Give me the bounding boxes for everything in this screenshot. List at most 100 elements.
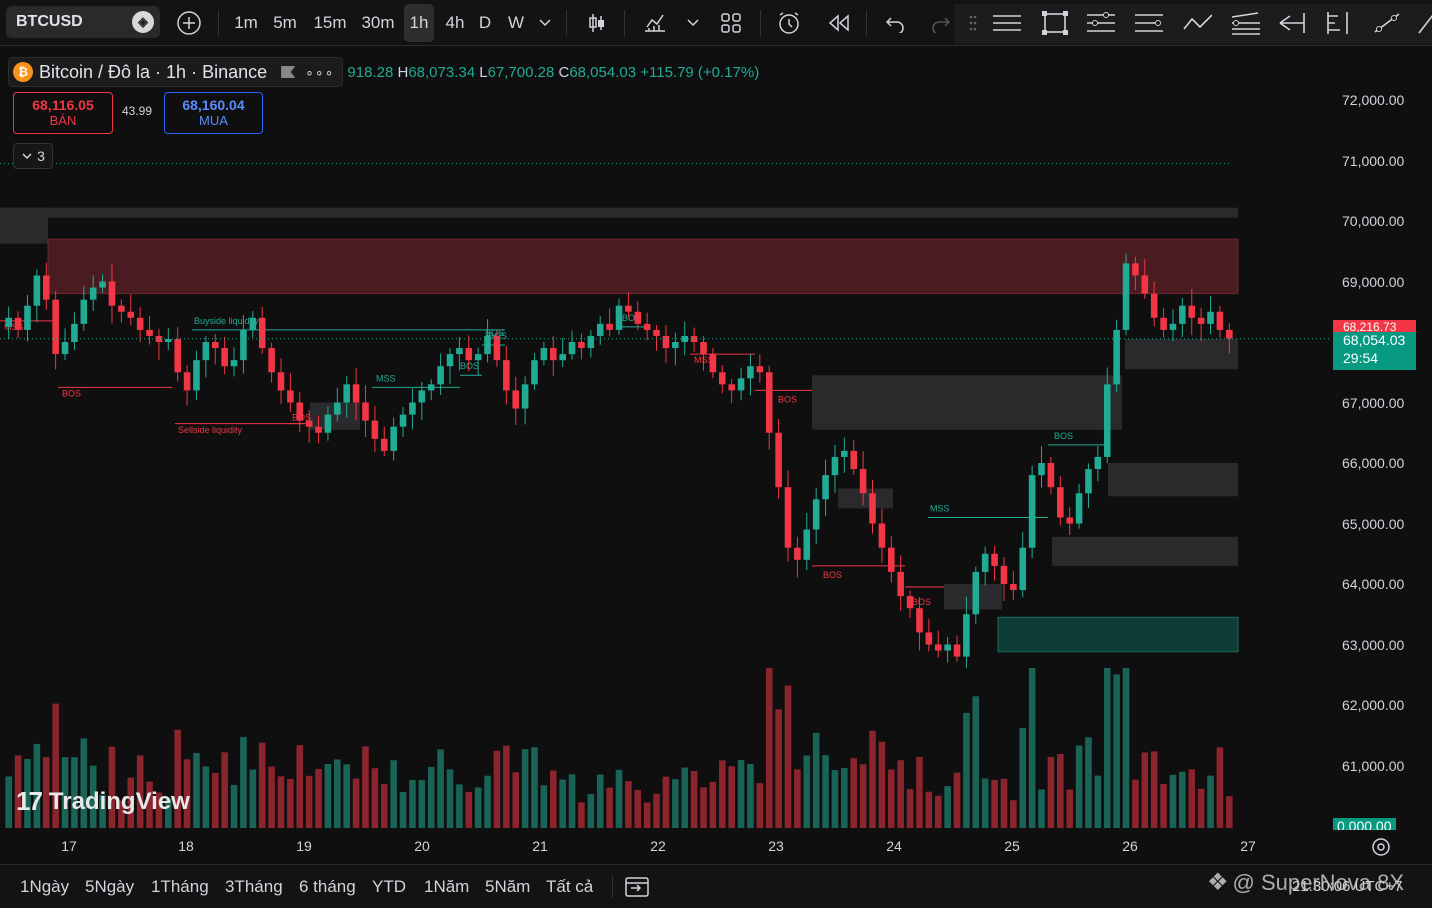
- volume-bar: [925, 791, 933, 828]
- candle-body: [596, 323, 604, 336]
- range-button[interactable]: 6 tháng: [299, 877, 356, 897]
- volume-bar: [1150, 751, 1158, 828]
- candle-body: [1150, 293, 1158, 318]
- chart-legend: ₿ Bitcoin / Đô la · 1h · Binance ∘∘∘ 918…: [8, 57, 759, 87]
- volume-bar: [549, 770, 557, 828]
- range-button[interactable]: YTD: [372, 877, 406, 897]
- sell-button[interactable]: 68,116.05 BÁN: [13, 92, 113, 134]
- symbol-diamond-icon[interactable]: ◈: [132, 11, 154, 33]
- chart-pane[interactable]: MSS BOS Buyside liquidity BOS Sellside liqui…: [0, 47, 1432, 863]
- trend-line-icon[interactable]: [1182, 8, 1212, 38]
- volume-bar: [437, 749, 444, 828]
- range-button[interactable]: 1Năm: [424, 877, 469, 897]
- range-button[interactable]: 5Ngày: [85, 877, 134, 897]
- candle-body: [672, 342, 679, 349]
- candle-body: [841, 450, 848, 457]
- candle-body: [165, 338, 172, 342]
- volume-bar: [531, 747, 538, 828]
- horizontal-lines-icon[interactable]: [992, 8, 1022, 38]
- fib-retracement-icon[interactable]: [1086, 8, 1116, 38]
- price-chart[interactable]: MSS BOS Buyside liquidity BOS Sellside liqui…: [0, 47, 1432, 863]
- candle-body: [850, 450, 858, 470]
- chevron-down-icon[interactable]: [530, 8, 560, 38]
- symbol-search-button[interactable]: BTCUSD ◈: [6, 6, 160, 38]
- spread-value: 43.99: [122, 104, 153, 118]
- volume-bar: [484, 775, 491, 828]
- volume-bar: [390, 760, 397, 828]
- volume-bar: [747, 763, 754, 828]
- volume-bar: [1122, 668, 1130, 828]
- candle-body: [747, 366, 754, 379]
- ray-line-icon[interactable]: [1372, 8, 1402, 38]
- range-button[interactable]: 1Ngày: [20, 877, 69, 897]
- measure-icon[interactable]: [1322, 8, 1352, 38]
- rectangle-tool-icon[interactable]: [1040, 8, 1070, 38]
- ohlc-high-key: H: [397, 63, 409, 81]
- volume-bar: [1038, 789, 1045, 828]
- candle-body: [136, 317, 144, 330]
- brush-icon[interactable]: [1412, 8, 1432, 38]
- candle-body: [906, 596, 914, 609]
- candle-body: [1085, 469, 1092, 494]
- volume-bar: [765, 668, 773, 828]
- tradingview-logo: 17 TradingView: [16, 786, 190, 817]
- volume-bar: [831, 770, 839, 828]
- date-range-icon[interactable]: [624, 874, 650, 905]
- interval-d[interactable]: D: [474, 4, 496, 42]
- chevron-down-icon: [22, 153, 32, 160]
- long-position-icon[interactable]: [1278, 8, 1308, 38]
- volume-bar: [972, 696, 980, 828]
- volume-bar: [869, 730, 876, 828]
- candle-body: [174, 338, 181, 373]
- range-button[interactable]: Tất cả: [546, 877, 593, 897]
- symbol-legend[interactable]: ₿ Bitcoin / Đô la · 1h · Binance ∘∘∘: [8, 57, 344, 87]
- volume-bar: [503, 745, 510, 828]
- layout-grid-icon[interactable]: [716, 8, 746, 38]
- interval-4h[interactable]: 4h: [440, 4, 470, 42]
- drag-handle-icon[interactable]: [958, 8, 988, 38]
- volume-bar: [1197, 788, 1205, 828]
- indicators-chevron-icon[interactable]: [678, 8, 708, 38]
- range-button[interactable]: 1Tháng: [151, 877, 209, 897]
- diamond-logo-icon: ❖: [1207, 869, 1229, 896]
- candle-body: [709, 354, 717, 373]
- range-button[interactable]: 3Tháng: [225, 877, 283, 897]
- interval-w[interactable]: W: [502, 4, 530, 42]
- interval-15m[interactable]: 15m: [310, 4, 350, 42]
- candle-body: [784, 487, 792, 548]
- volume-bar: [1047, 756, 1055, 828]
- range-button[interactable]: 5Năm: [485, 877, 530, 897]
- candle-body: [221, 348, 228, 367]
- candle-body: [925, 632, 933, 645]
- volume-bar: [991, 779, 998, 828]
- time-tick: 19: [296, 838, 312, 854]
- ohlc-open-partial: 918.28: [347, 63, 394, 81]
- candle-body: [625, 305, 632, 312]
- volume-bar: [258, 742, 266, 828]
- more-options-icon[interactable]: ∘∘∘: [305, 64, 334, 81]
- pitchfork-icon[interactable]: [1134, 8, 1164, 38]
- interval-5m[interactable]: 5m: [268, 4, 302, 42]
- interval-1h[interactable]: 1h: [404, 4, 434, 42]
- buy-button[interactable]: 68,160.04 MUA: [164, 92, 263, 134]
- structure-label: Sellside liquidity: [178, 425, 243, 435]
- indicators-icon[interactable]: [640, 8, 670, 38]
- interval-30m[interactable]: 30m: [356, 4, 400, 42]
- candles-style-icon[interactable]: [582, 8, 612, 38]
- flag-icon[interactable]: [281, 66, 296, 78]
- gann-fan-icon[interactable]: [1230, 8, 1260, 38]
- compare-add-icon[interactable]: [174, 8, 204, 38]
- indicators-toggle[interactable]: 3: [13, 143, 53, 169]
- candle-body: [409, 402, 416, 415]
- interval-1m[interactable]: 1m: [230, 4, 262, 42]
- redo-icon[interactable]: [926, 8, 956, 38]
- candle-body: [737, 378, 745, 391]
- candle-body: [305, 420, 313, 427]
- price-tick: 72,000.00: [1342, 92, 1405, 108]
- candle-body: [1094, 456, 1102, 470]
- undo-icon[interactable]: [880, 8, 910, 38]
- gray-zone: [0, 207, 48, 244]
- alert-clock-icon[interactable]: [774, 8, 804, 38]
- settings-gear-icon[interactable]: [1370, 836, 1392, 863]
- replay-icon[interactable]: [824, 8, 854, 38]
